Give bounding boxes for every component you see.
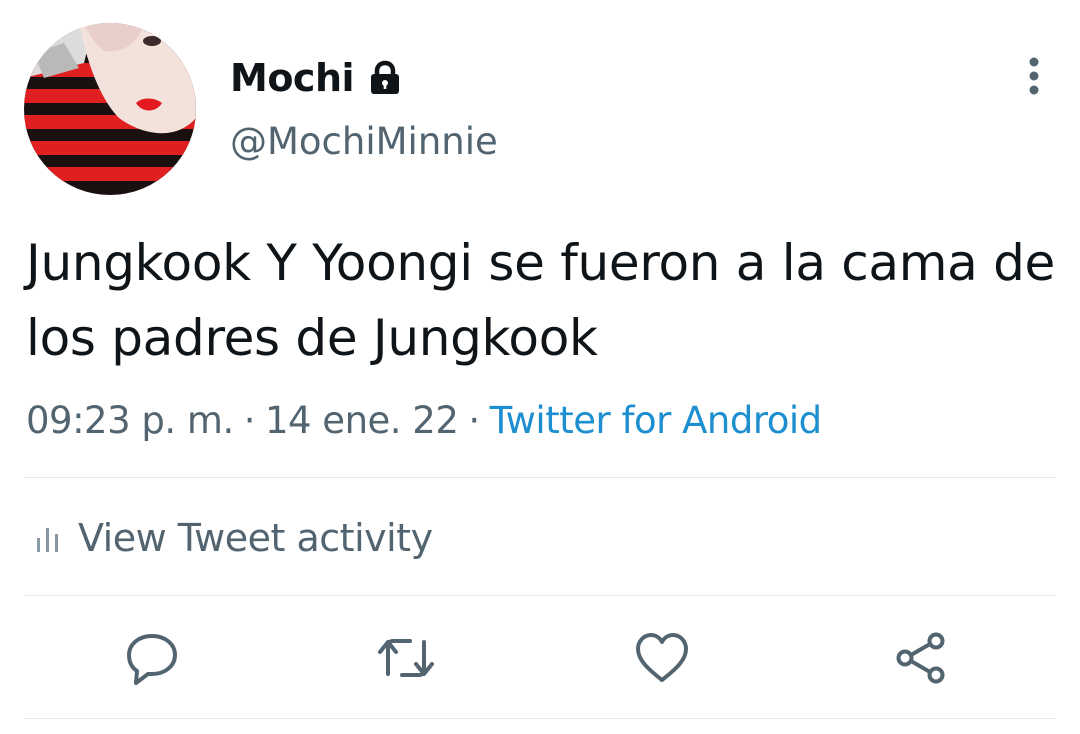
more-vertical-icon: [1029, 57, 1039, 95]
reply-icon: [127, 634, 177, 685]
tweet-detail: Mochi @MochiMinnie Jungkook Y Yoongi se …: [0, 0, 1080, 734]
tweet-source-link[interactable]: Twitter for Android: [490, 399, 822, 442]
tweet-action-bar: [0, 620, 1080, 696]
view-tweet-activity-label: View Tweet activity: [78, 516, 433, 560]
share-button[interactable]: [890, 628, 950, 688]
more-options-button[interactable]: [1014, 54, 1054, 98]
retweet-icon: [378, 639, 434, 677]
tweet-date: 14 ene. 22: [264, 398, 459, 442]
tweet-meta: 09:23 p. m. · 14 ene. 22 · Twitter for A…: [26, 392, 822, 448]
avatar-image: [24, 23, 196, 195]
bar-chart-icon: [36, 522, 62, 554]
divider: [24, 718, 1056, 719]
display-name[interactable]: Mochi: [230, 56, 355, 100]
lock-icon: [368, 60, 402, 96]
meta-separator: ·: [468, 398, 480, 442]
meta-separator: ·: [243, 398, 256, 442]
avatar[interactable]: [24, 23, 196, 195]
reply-button[interactable]: [122, 628, 182, 688]
retweet-button[interactable]: [376, 628, 436, 688]
tweet-time: 09:23 p. m.: [26, 398, 234, 442]
share-icon: [896, 632, 945, 684]
divider: [24, 477, 1056, 478]
heart-icon: [636, 633, 688, 682]
tweet-text: Jungkook Y Yoongi se fueron a la cama de…: [26, 234, 1056, 367]
like-button[interactable]: [632, 628, 692, 688]
display-name-row: Mochi: [230, 52, 402, 104]
user-handle[interactable]: @MochiMinnie: [230, 120, 498, 163]
view-tweet-activity-button[interactable]: View Tweet activity: [36, 510, 433, 566]
divider: [24, 595, 1056, 596]
